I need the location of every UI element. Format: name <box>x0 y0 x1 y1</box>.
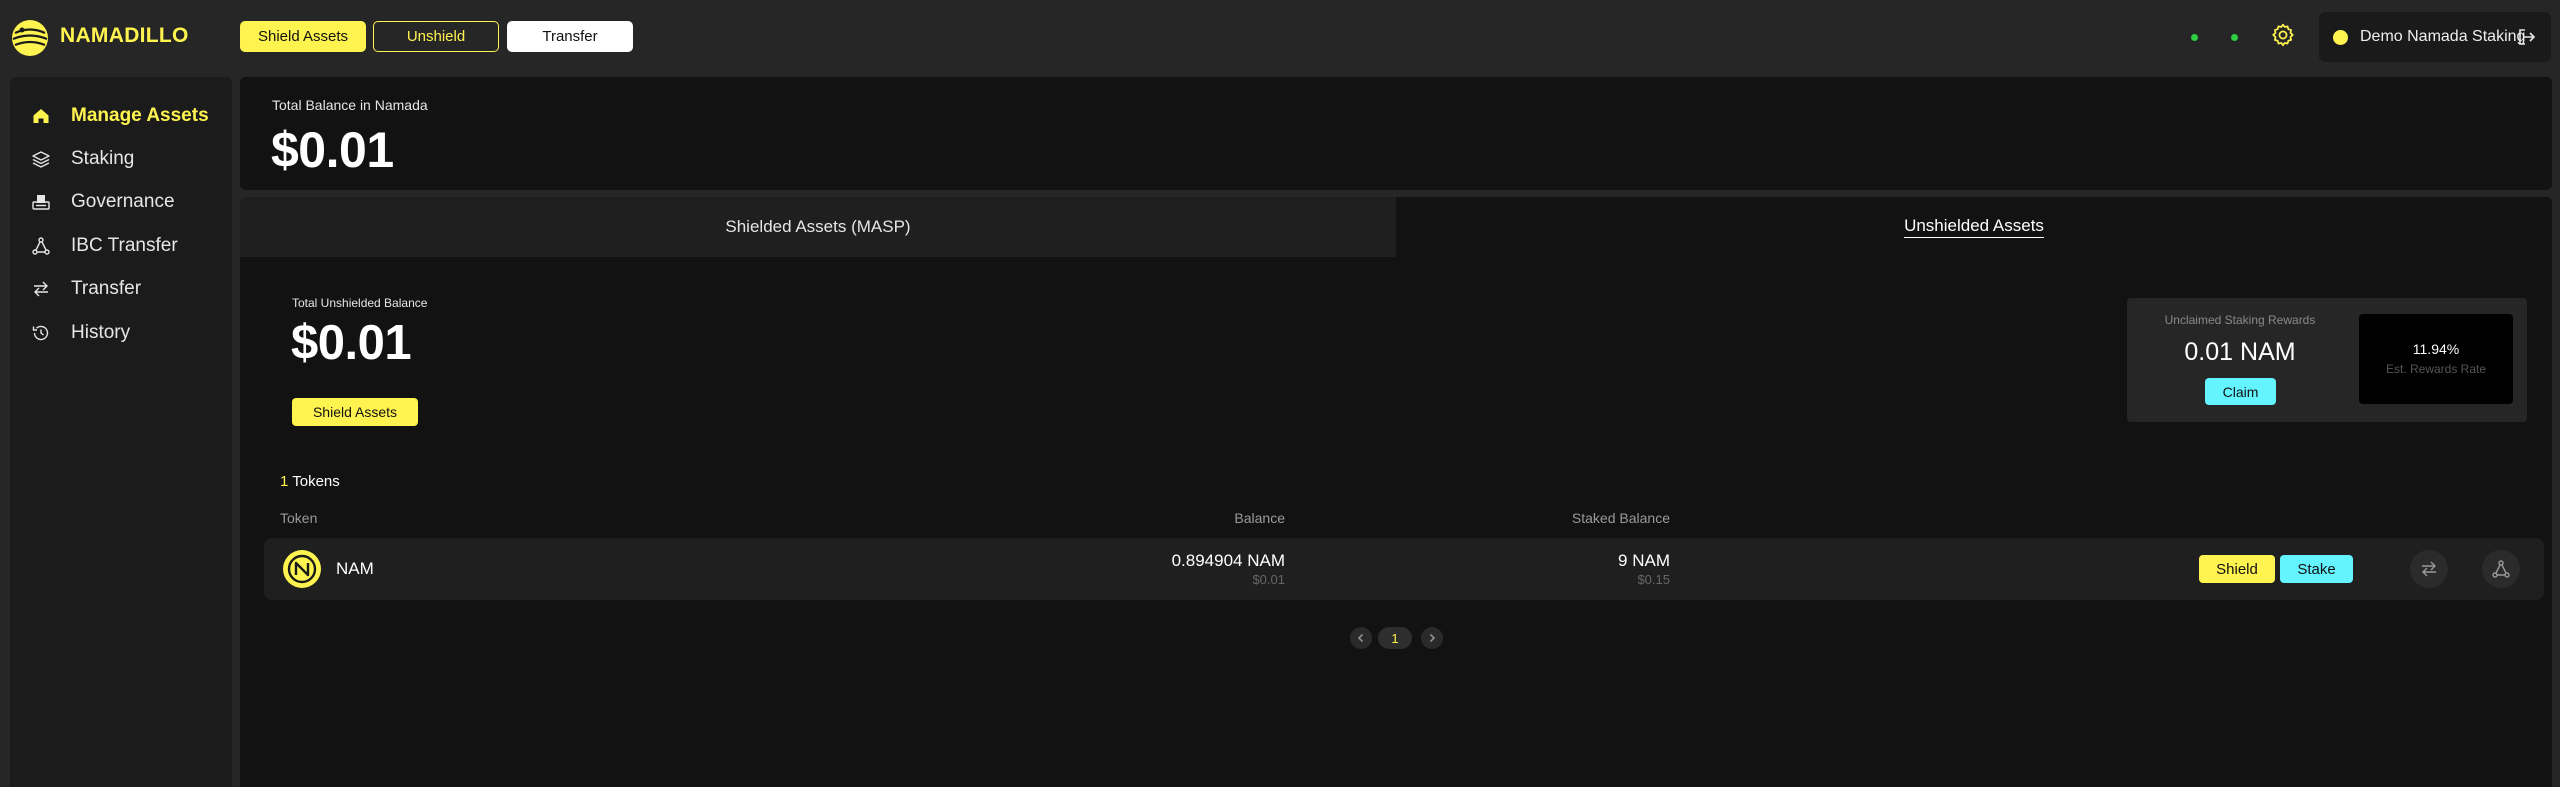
column-header-staked-balance: Staked Balance <box>1571 510 1670 526</box>
sidebar: Manage Assets Staking Governance IBC Tra… <box>10 77 232 787</box>
tab-unshielded-assets[interactable]: Unshielded Assets <box>1396 197 2552 257</box>
transfer-icon <box>34 281 48 297</box>
table-row: NAM 0.894904 NAM $0.01 9 NAM $0.15 Shiel… <box>264 538 2544 600</box>
token-staked-balance: 9 NAM <box>1618 551 1670 570</box>
namadillo-logo[interactable] <box>10 18 50 58</box>
account-avatar <box>2333 29 2348 45</box>
tokens-count: 1 Tokens <box>280 473 340 490</box>
gear-icon[interactable] <box>2270 22 2296 48</box>
shield-assets-button[interactable]: Shield Assets <box>292 398 418 426</box>
rewards-label: Unclaimed Staking Rewards <box>2164 313 2316 327</box>
sidebar-item-ibc-transfer[interactable]: IBC Transfer <box>10 226 232 266</box>
token-name: NAM <box>336 559 374 578</box>
tab-shielded-assets[interactable]: Shielded Assets (MASP) <box>240 197 1396 257</box>
claim-button[interactable]: Claim <box>2205 378 2276 405</box>
chevron-left-icon <box>1357 633 1364 643</box>
unshield-button[interactable]: Unshield <box>373 21 499 52</box>
total-balance-card: Total Balance in Namada $0.01 <box>240 77 2552 190</box>
shield-assets-button[interactable]: Shield Assets <box>240 21 366 52</box>
tab-label: Unshielded Assets <box>1904 216 2044 238</box>
layers-icon <box>32 151 50 168</box>
sidebar-item-manage-assets[interactable]: Manage Assets <box>10 96 232 136</box>
assets-panel: Shielded Assets (MASP) Unshielded Assets… <box>240 197 2552 787</box>
pagination-prev-button[interactable] <box>1350 627 1372 649</box>
total-balance-label: Total Balance in Namada <box>272 97 428 113</box>
home-icon <box>33 109 49 123</box>
unshielded-balance-value: $0.01 <box>291 316 412 370</box>
sidebar-item-staking[interactable]: Staking <box>10 139 232 179</box>
transfer-button[interactable]: Transfer <box>507 21 633 52</box>
column-header-token: Token <box>280 510 318 526</box>
rewards-value: 0.01 NAM <box>2184 338 2296 366</box>
rewards-rate-label: Est. Rewards Rate <box>2385 362 2487 376</box>
governance-icon <box>32 195 50 210</box>
ibc-icon <box>32 237 50 255</box>
account-button[interactable]: Demo Namada Staking <box>2319 12 2551 62</box>
transfer-token-button[interactable] <box>2410 550 2448 588</box>
status-dot-icon <box>2231 34 2238 41</box>
sidebar-item-label: Staking <box>71 148 135 169</box>
tab-label: Shielded Assets (MASP) <box>725 217 911 236</box>
brand-name: NAMADILLO <box>60 24 189 47</box>
sidebar-item-label: Governance <box>71 191 175 212</box>
token-staked-usd: $0.15 <box>1637 572 1670 587</box>
tokens-count-label: Tokens <box>292 473 340 490</box>
stake-button[interactable]: Stake <box>2280 555 2353 583</box>
top-bar: NAMADILLO Shield Assets Unshield Transfe… <box>0 0 2560 74</box>
sidebar-item-transfer[interactable]: Transfer <box>10 269 232 309</box>
pagination-next-button[interactable] <box>1421 627 1443 649</box>
sidebar-item-label: Transfer <box>71 278 142 299</box>
token-balance-usd: $0.01 <box>1252 572 1285 587</box>
sidebar-item-history[interactable]: History <box>10 313 232 353</box>
transfer-icon <box>2422 561 2436 577</box>
history-icon <box>32 325 49 341</box>
token-balance: 0.894904 NAM <box>1171 551 1285 570</box>
chevron-right-icon <box>1429 633 1436 643</box>
ibc-transfer-token-button[interactable] <box>2482 550 2520 588</box>
ibc-icon <box>2492 560 2510 578</box>
unshielded-balance-label: Total Unshielded Balance <box>292 296 428 310</box>
sidebar-item-label: IBC Transfer <box>71 235 178 256</box>
logout-icon[interactable] <box>2517 27 2537 47</box>
sidebar-item-label: Manage Assets <box>71 105 209 126</box>
nam-token-icon <box>283 550 321 588</box>
sidebar-item-governance[interactable]: Governance <box>10 182 232 222</box>
tokens-count-number: 1 <box>280 473 289 490</box>
pagination-page[interactable]: 1 <box>1378 627 1412 649</box>
shield-button[interactable]: Shield <box>2199 555 2275 583</box>
staking-rewards-card: Unclaimed Staking Rewards 0.01 NAM Claim… <box>2127 298 2527 422</box>
rewards-rate-value: 11.94% <box>2412 341 2460 357</box>
rewards-rate-box: 11.94% Est. Rewards Rate <box>2359 314 2513 404</box>
account-name: Demo Namada Staking <box>2360 28 2526 45</box>
sidebar-item-label: History <box>71 322 131 343</box>
column-header-balance: Balance <box>1234 510 1285 526</box>
total-balance-value: $0.01 <box>271 122 394 178</box>
status-dot-icon <box>2191 34 2198 41</box>
